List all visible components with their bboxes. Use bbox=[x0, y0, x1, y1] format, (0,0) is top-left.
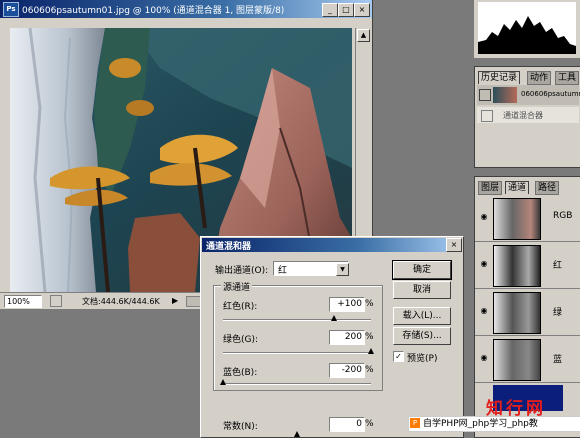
eye-icon[interactable]: ◉ bbox=[479, 354, 489, 362]
red-label: 红色(R): bbox=[223, 302, 258, 312]
zoom-field[interactable]: 100% bbox=[4, 295, 42, 308]
red-percent: % bbox=[365, 299, 374, 309]
document-titlebar[interactable]: Ps 060606psautumn01.jpg @ 100% (通道混合器 1,… bbox=[0, 0, 372, 18]
blue-slider[interactable] bbox=[223, 383, 371, 385]
blue-label: 蓝色(B): bbox=[223, 368, 258, 378]
snapshot-thumbnail bbox=[493, 87, 517, 103]
close-icon[interactable]: × bbox=[446, 238, 462, 252]
watermark-text: 自学PHP网_php学习_php教 bbox=[408, 416, 580, 432]
green-value-field[interactable]: 200 bbox=[329, 330, 365, 345]
history-state-label: 通道混合器 bbox=[503, 111, 543, 120]
dialog-titlebar[interactable]: 通道混和器 × bbox=[202, 238, 462, 252]
channel-label-blue: 蓝 bbox=[553, 355, 563, 365]
dropdown-arrow-icon[interactable]: ▼ bbox=[336, 263, 349, 276]
red-slider-knob[interactable] bbox=[331, 315, 337, 321]
dialog-title: 通道混和器 bbox=[206, 242, 252, 252]
load-button[interactable]: 载入(L)... bbox=[393, 307, 451, 325]
eye-icon[interactable]: ◉ bbox=[479, 307, 489, 315]
document-size-info: 文档:444.6K/444.6K bbox=[82, 297, 160, 306]
history-state-row[interactable]: 通道混合器 bbox=[477, 107, 579, 123]
snapshot-label: 060606psautumn01.jpg bbox=[521, 90, 580, 98]
checkbox-icon[interactable]: ✓ bbox=[393, 351, 404, 362]
tab-tools[interactable]: 工具 bbox=[555, 71, 580, 85]
watermark-p-icon: P bbox=[410, 418, 420, 428]
histogram-panel bbox=[474, 0, 580, 58]
photoshop-icon: Ps bbox=[3, 2, 19, 17]
channel-mixer-dialog: 通道混和器 × 输出通道(O): 红 ▼ 源通道 红色(R): +100 % 绿… bbox=[200, 236, 464, 438]
channel-row-red[interactable]: ◉ 红 bbox=[475, 242, 580, 289]
cancel-button[interactable]: 取消 bbox=[393, 281, 451, 299]
green-label: 绿色(G): bbox=[223, 335, 259, 345]
red-value-field[interactable]: +100 bbox=[329, 297, 365, 312]
channel-thumbnail-green bbox=[493, 292, 541, 334]
ok-button[interactable]: 确定 bbox=[392, 260, 452, 280]
channel-row-rgb[interactable]: ◉ RGB bbox=[475, 195, 580, 242]
status-menu-arrow-icon[interactable]: ▶ bbox=[172, 296, 178, 305]
eye-icon[interactable]: ◉ bbox=[479, 213, 489, 221]
channel-thumbnail-blue bbox=[493, 339, 541, 381]
output-channel-label: 输出通道(O): bbox=[215, 266, 269, 276]
constant-percent: % bbox=[365, 419, 374, 429]
close-icon[interactable]: × bbox=[354, 3, 370, 17]
constant-label: 常数(N): bbox=[223, 422, 258, 432]
eye-icon[interactable]: ◉ bbox=[479, 260, 489, 268]
tab-layers[interactable]: 图层 bbox=[478, 181, 503, 195]
tab-channels[interactable]: 通道 bbox=[505, 181, 530, 194]
output-channel-value: 红 bbox=[278, 266, 288, 276]
green-slider[interactable] bbox=[223, 352, 371, 354]
channel-thumbnail-red bbox=[493, 245, 541, 287]
snapshot-source-icon[interactable] bbox=[479, 89, 491, 101]
channel-row-blue[interactable]: ◉ 蓝 bbox=[475, 336, 580, 383]
watermark: 知行网 自学PHP网_php学习_php教 P bbox=[408, 394, 580, 436]
scroll-arrow-icon[interactable]: ▲ bbox=[357, 29, 370, 42]
blue-value-field[interactable]: -200 bbox=[329, 363, 365, 378]
document-title: 060606psautumn01.jpg @ 100% (通道混合器 1, 图层… bbox=[22, 6, 285, 16]
blue-slider-knob[interactable] bbox=[220, 379, 226, 385]
navigator-icon[interactable] bbox=[50, 295, 62, 307]
channel-label-rgb: RGB bbox=[553, 211, 573, 221]
histogram-display bbox=[478, 2, 576, 54]
histogram-graph bbox=[478, 16, 576, 54]
constant-value-field[interactable]: 0 bbox=[329, 417, 365, 432]
source-group-label: 源通道 bbox=[221, 280, 253, 293]
output-channel-select[interactable]: 红 ▼ bbox=[273, 261, 349, 276]
channel-thumbnail-rgb bbox=[493, 198, 541, 240]
green-slider-knob[interactable] bbox=[368, 348, 374, 354]
state-icon bbox=[481, 110, 493, 122]
tab-actions[interactable]: 动作 bbox=[527, 71, 552, 85]
history-snapshot-row[interactable]: 060606psautumn01.jpg bbox=[477, 85, 580, 105]
blue-percent: % bbox=[365, 365, 374, 375]
channel-label-red: 红 bbox=[553, 261, 563, 271]
minimize-icon[interactable]: _ bbox=[322, 3, 338, 17]
constant-slider-knob[interactable] bbox=[294, 431, 300, 437]
history-panel: 历史记录 动作 工具 060606psautumn01.jpg 通道混合器 bbox=[474, 66, 580, 168]
maximize-icon[interactable]: □ bbox=[338, 3, 354, 17]
tab-paths[interactable]: 路径 bbox=[535, 181, 560, 195]
preview-label[interactable]: 预览(P) bbox=[407, 351, 437, 364]
channel-label-green: 绿 bbox=[553, 308, 563, 318]
save-button[interactable]: 存储(S)... bbox=[393, 327, 451, 345]
red-slider[interactable] bbox=[223, 319, 371, 321]
channel-row-green[interactable]: ◉ 绿 bbox=[475, 289, 580, 336]
tab-history[interactable]: 历史记录 bbox=[478, 71, 521, 84]
green-percent: % bbox=[365, 332, 374, 342]
